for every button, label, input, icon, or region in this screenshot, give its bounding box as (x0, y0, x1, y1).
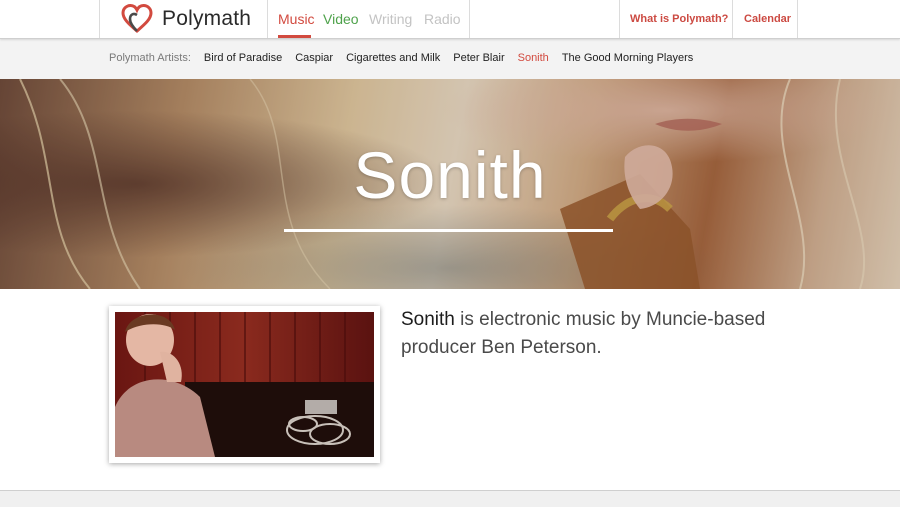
artist-link-peter-blair[interactable]: Peter Blair (453, 52, 504, 64)
nav-divider (619, 0, 620, 38)
artists-label: Polymath Artists: (109, 52, 191, 64)
nav-radio-link[interactable]: Radio (424, 11, 461, 27)
artist-link-the-good-morning-players[interactable]: The Good Morning Players (562, 52, 693, 64)
nav-divider (99, 0, 100, 38)
nav-divider (732, 0, 733, 38)
calendar-link[interactable]: Calendar (744, 13, 791, 25)
artist-link-bird-of-paradise[interactable]: Bird of Paradise (204, 52, 282, 64)
active-tab-indicator (278, 35, 311, 38)
artist-name-highlight: Sonith (401, 309, 455, 330)
artist-photo (109, 306, 380, 463)
nav-writing-link[interactable]: Writing (369, 11, 412, 27)
footer-band (0, 490, 900, 507)
hero-banner: Sonith (0, 79, 900, 289)
heart-logo-icon (121, 3, 153, 33)
artist-photo-image (115, 312, 374, 457)
artist-description: Sonith is electronic music by Muncie-bas… (401, 306, 801, 362)
nav-divider (267, 0, 268, 38)
nav-video-link[interactable]: Video (323, 11, 359, 27)
what-is-polymath-link[interactable]: What is Polymath? (630, 13, 728, 25)
nav-music-link[interactable]: Music (278, 11, 315, 27)
title-underline (284, 229, 613, 232)
top-navigation-bar: Polymath Music Video Writing Radio What … (0, 0, 900, 39)
nav-divider (797, 0, 798, 38)
artist-link-cigarettes-and-milk[interactable]: Cigarettes and Milk (346, 52, 440, 64)
brand-name: Polymath (162, 7, 252, 30)
artist-description-text: is electronic music by Muncie-based prod… (401, 309, 766, 358)
artist-link-sonith[interactable]: Sonith (518, 52, 549, 64)
nav-divider (469, 0, 470, 38)
artist-subnav: Polymath Artists: Bird of Paradise Caspi… (0, 39, 900, 79)
brand-logo-link[interactable]: Polymath (120, 3, 251, 35)
artist-link-caspiar[interactable]: Caspiar (295, 52, 333, 64)
page-title: Sonith (353, 138, 547, 212)
